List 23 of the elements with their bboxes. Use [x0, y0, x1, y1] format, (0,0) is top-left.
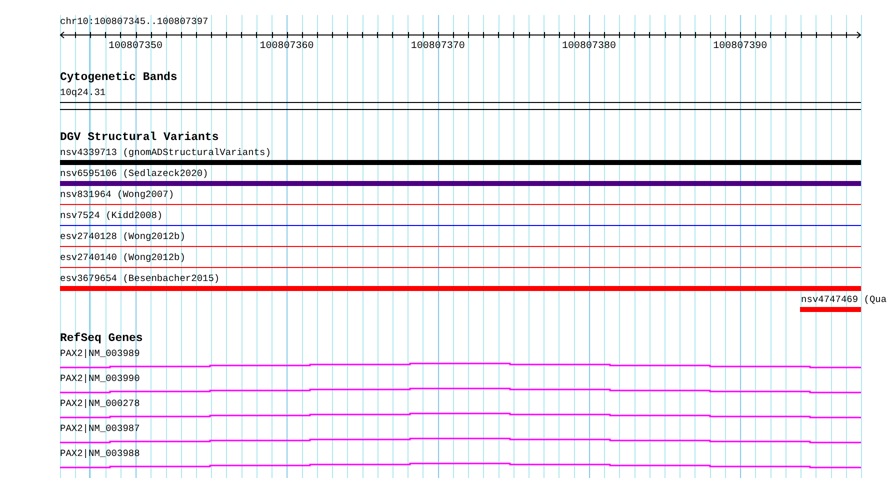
tick-label: 100807380 — [562, 41, 616, 52]
variant-label: esv2740128 (Wong2012b) — [60, 231, 186, 243]
gene-label: PAX2|NM_003989 — [60, 348, 140, 360]
variant-label: esv3679654 (Besenbacher2015) — [60, 273, 220, 285]
track-title: DGV Structural Variants — [60, 132, 219, 144]
variant-label: nsv6595106 (Sedlazeck2020) — [60, 168, 208, 180]
variant-label: nsv4747469 (Qua — [801, 294, 887, 306]
gene-label: PAX2|NM_003987 — [60, 423, 140, 435]
gene-label: PAX2|NM_003988 — [60, 448, 140, 460]
gene-label: PAX2|NM_000278 — [60, 398, 140, 410]
variant-label: esv2740140 (Wong2012b) — [60, 252, 186, 264]
track-title: Cytogenetic Bands — [60, 72, 178, 84]
tick-label: 100807390 — [713, 41, 768, 52]
tick-label: 100807350 — [108, 41, 163, 52]
tick-label: 100807370 — [410, 41, 465, 52]
location-label: chr10:100807345..100807397 — [60, 16, 208, 28]
tick-label: 100807360 — [260, 41, 314, 52]
variant-label: nsv7524 (Kidd2008) — [60, 210, 163, 222]
track-title: RefSeq Genes — [60, 333, 143, 345]
variant-label: nsv4339713 (gnomADStructuralVariants) — [60, 147, 271, 159]
band-label: 10q24.31 — [60, 87, 106, 99]
variant-label: nsv831964 (Wong2007) — [60, 189, 174, 201]
gene-label: PAX2|NM_003990 — [60, 373, 140, 385]
